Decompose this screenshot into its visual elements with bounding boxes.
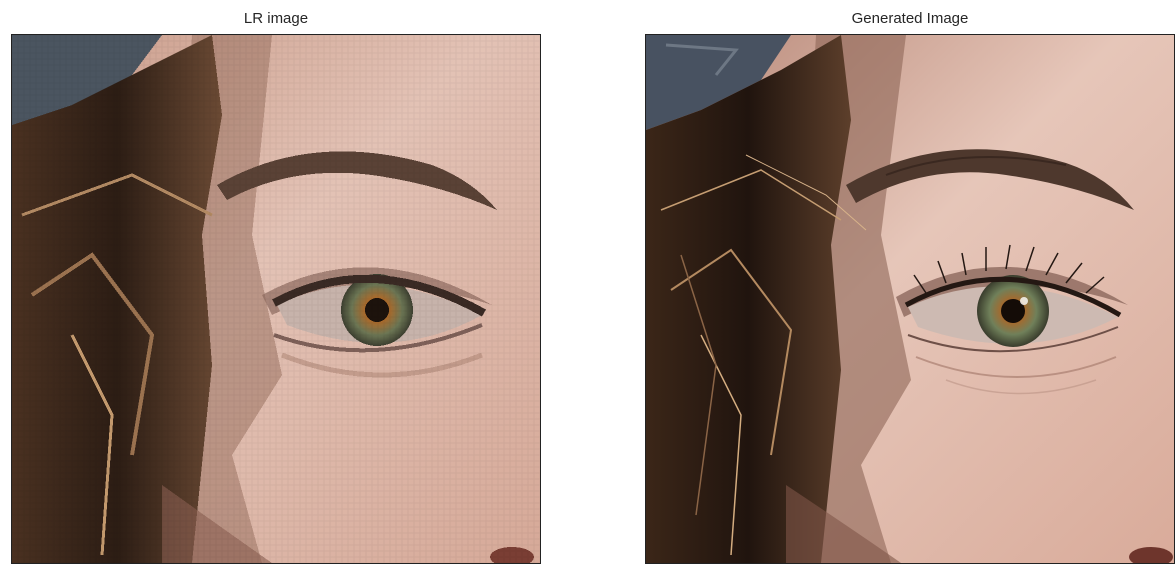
- generated-face-closeup: [646, 35, 1174, 563]
- lr-image-title: LR image: [243, 10, 309, 27]
- generated-image: [645, 34, 1175, 564]
- generated-image-title: Generated Image: [851, 10, 969, 27]
- generated-image-panel: Generated Image: [645, 0, 1175, 574]
- lr-image-panel: LR image: [11, 0, 541, 574]
- lr-face-closeup: [12, 35, 540, 563]
- lr-image: [11, 34, 541, 564]
